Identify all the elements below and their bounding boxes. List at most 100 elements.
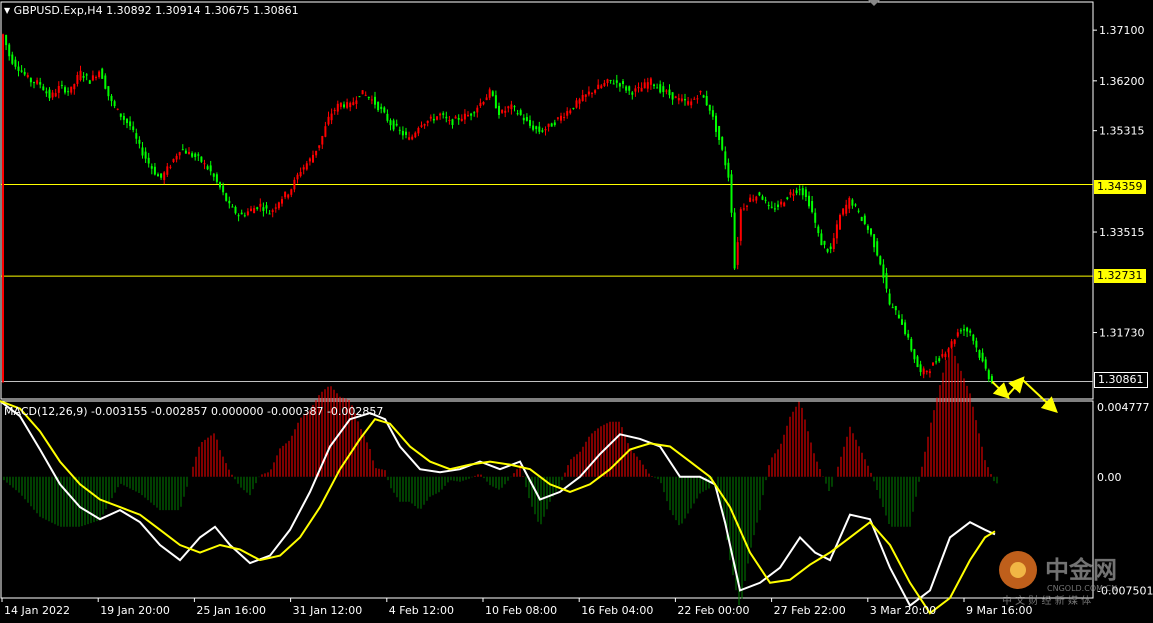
candle-body [380, 106, 383, 109]
candle-body [411, 136, 414, 140]
candle-body [141, 147, 144, 156]
candle-body [355, 100, 358, 105]
candle-body [984, 359, 987, 369]
candle-body [212, 173, 215, 177]
candle-body [423, 124, 426, 126]
candle-body [730, 174, 733, 213]
candle-body [544, 129, 547, 131]
candle-body [467, 114, 469, 117]
candle-body [98, 71, 101, 78]
candle-body [935, 361, 938, 363]
candle-body [336, 103, 339, 112]
candle-body [178, 152, 181, 156]
candle-body [733, 212, 736, 269]
candle-body [873, 234, 876, 248]
candle-body [17, 66, 20, 71]
candle-body [42, 86, 45, 91]
candle-body [532, 125, 535, 130]
candle-body [82, 76, 85, 78]
candle-body [851, 199, 854, 206]
candle-body [293, 179, 296, 190]
candle-body [150, 166, 153, 169]
candle-body [498, 105, 500, 115]
candle-body [274, 207, 277, 209]
candle-body [160, 173, 163, 178]
candle-body [460, 118, 463, 121]
price-tick-label: 1.31730 [1099, 327, 1145, 340]
candle-body [119, 113, 122, 117]
macd-header: MACD(12,26,9) -0.003155 -0.002857 0.0000… [4, 405, 383, 418]
candle-body [708, 104, 711, 111]
candle-body [956, 332, 959, 337]
candle-body [200, 156, 203, 162]
candle-body [897, 314, 900, 319]
candle-body [606, 79, 609, 84]
candle-body [770, 206, 773, 208]
candle-body [67, 91, 70, 93]
candle-body [197, 154, 200, 156]
candle-body [556, 117, 559, 119]
candle-body [184, 150, 187, 154]
candle-body [206, 166, 209, 170]
candle-body [690, 101, 693, 106]
candle-body [724, 151, 727, 166]
candle-body [482, 101, 485, 105]
candle-body [76, 74, 79, 84]
candle-body [826, 248, 829, 252]
candle-body [662, 86, 665, 93]
candle-body [550, 123, 553, 127]
watermark-subtitle: 中 文 财 经 新 媒 体 [1002, 594, 1091, 607]
candle-body [33, 82, 35, 84]
candle-body [755, 196, 758, 201]
macd-value-5: -0.002857 [326, 405, 384, 418]
macd-title: MACD(12,26,9) [4, 405, 88, 418]
candle-body [808, 195, 810, 207]
candle-body [135, 133, 138, 139]
dropdown-triangle-icon[interactable]: ▼ [4, 6, 10, 15]
candle-body [222, 185, 225, 193]
candle-body [594, 90, 597, 93]
candle-body [70, 86, 73, 93]
candle-body [510, 104, 513, 110]
candle-body [680, 98, 683, 101]
candle-body [674, 96, 677, 99]
candle-body [969, 330, 972, 333]
candle-body [169, 166, 172, 168]
candle-body [928, 371, 931, 374]
candle-body [845, 204, 848, 214]
candle-body [718, 126, 721, 140]
candle-body [339, 102, 342, 107]
candle-body [916, 356, 919, 368]
candle-body [147, 157, 150, 164]
candle-body [842, 208, 845, 215]
candle-body [618, 83, 621, 87]
candle-body [290, 189, 293, 195]
candle-body [101, 68, 104, 79]
candle-body [767, 204, 770, 206]
candle-body [953, 339, 956, 344]
candle-body [891, 307, 894, 309]
candle-body [203, 163, 206, 165]
candle-body [122, 115, 125, 120]
candle-body [950, 341, 953, 348]
candle-body [246, 211, 249, 216]
candle-body [29, 78, 32, 83]
candle-body [324, 126, 327, 137]
candle-body [358, 96, 361, 98]
candle-body [739, 209, 742, 241]
candle-body [110, 95, 113, 102]
candle-body [817, 226, 820, 234]
candle-body [801, 188, 804, 196]
ohlc-open: 1.30892 [106, 4, 152, 17]
candle-body [941, 354, 944, 357]
candle-body [129, 121, 132, 127]
candle-body [591, 92, 593, 94]
candle-body [519, 110, 522, 115]
macd-value-2: -0.002857 [151, 405, 208, 418]
time-tick-label: 31 Jan 12:00 [293, 604, 363, 617]
candle-body [11, 54, 14, 64]
candle-body [653, 84, 655, 87]
macd-value-1: -0.003155 [91, 405, 148, 418]
trading-chart: 1.37100 1.36200 1.35315 1.33515 1.31730 14 J… [0, 0, 1153, 619]
candle-body [932, 362, 934, 366]
